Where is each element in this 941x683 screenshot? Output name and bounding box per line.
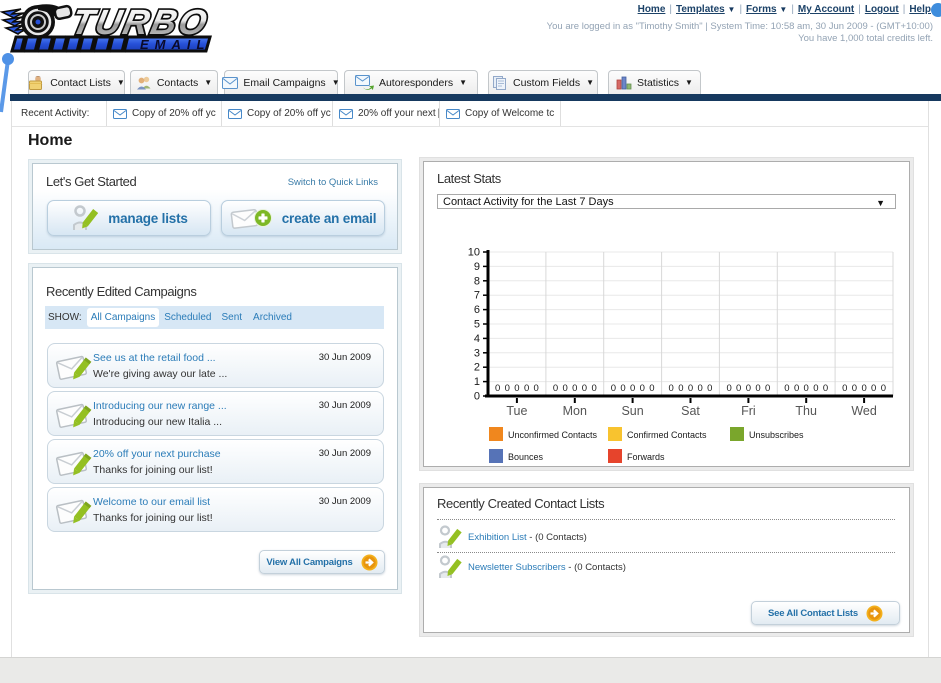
svg-text:Sat: Sat bbox=[681, 404, 700, 418]
svg-text:0: 0 bbox=[611, 383, 616, 394]
svg-text:0: 0 bbox=[697, 383, 702, 394]
svg-text:0: 0 bbox=[669, 383, 674, 394]
svg-text:10: 10 bbox=[468, 247, 480, 259]
svg-text:0: 0 bbox=[678, 383, 683, 394]
svg-text:0: 0 bbox=[495, 383, 500, 394]
svg-text:0: 0 bbox=[861, 383, 866, 394]
svg-text:0: 0 bbox=[794, 383, 799, 394]
svg-text:4: 4 bbox=[474, 333, 480, 345]
svg-text:0: 0 bbox=[572, 383, 577, 394]
svg-text:0: 0 bbox=[534, 383, 539, 394]
svg-text:0: 0 bbox=[591, 383, 596, 394]
svg-text:0: 0 bbox=[640, 383, 645, 394]
svg-text:0: 0 bbox=[823, 383, 828, 394]
svg-text:8: 8 bbox=[474, 275, 480, 287]
svg-text:0: 0 bbox=[582, 383, 587, 394]
svg-text:0: 0 bbox=[804, 383, 809, 394]
svg-text:0: 0 bbox=[524, 383, 529, 394]
svg-text:0: 0 bbox=[688, 383, 693, 394]
svg-text:Fri: Fri bbox=[741, 404, 756, 418]
svg-text:0: 0 bbox=[649, 383, 654, 394]
svg-text:9: 9 bbox=[474, 261, 480, 273]
svg-text:Tue: Tue bbox=[506, 404, 527, 418]
svg-text:0: 0 bbox=[505, 383, 510, 394]
svg-text:0: 0 bbox=[726, 383, 731, 394]
svg-text:0: 0 bbox=[736, 383, 741, 394]
svg-text:0: 0 bbox=[553, 383, 558, 394]
svg-text:1: 1 bbox=[474, 376, 480, 388]
svg-text:0: 0 bbox=[474, 391, 480, 403]
svg-text:0: 0 bbox=[755, 383, 760, 394]
svg-text:Wed: Wed bbox=[851, 404, 877, 418]
svg-text:7: 7 bbox=[474, 290, 480, 302]
svg-text:Thu: Thu bbox=[795, 404, 817, 418]
svg-text:0: 0 bbox=[852, 383, 857, 394]
svg-text:0: 0 bbox=[746, 383, 751, 394]
svg-text:2: 2 bbox=[474, 362, 480, 374]
svg-text:0: 0 bbox=[784, 383, 789, 394]
svg-text:0: 0 bbox=[871, 383, 876, 394]
svg-text:6: 6 bbox=[474, 304, 480, 316]
svg-text:EMAIL: EMAIL bbox=[140, 37, 210, 52]
svg-text:0: 0 bbox=[620, 383, 625, 394]
svg-text:0: 0 bbox=[842, 383, 847, 394]
svg-text:0: 0 bbox=[813, 383, 818, 394]
svg-text:0: 0 bbox=[514, 383, 519, 394]
svg-text:5: 5 bbox=[474, 319, 480, 331]
svg-text:0: 0 bbox=[881, 383, 886, 394]
svg-text:0: 0 bbox=[630, 383, 635, 394]
svg-text:0: 0 bbox=[562, 383, 567, 394]
svg-text:Mon: Mon bbox=[563, 404, 587, 418]
svg-text:0: 0 bbox=[765, 383, 770, 394]
svg-text:0: 0 bbox=[707, 383, 712, 394]
svg-text:Sun: Sun bbox=[621, 404, 643, 418]
svg-text:3: 3 bbox=[474, 347, 480, 359]
